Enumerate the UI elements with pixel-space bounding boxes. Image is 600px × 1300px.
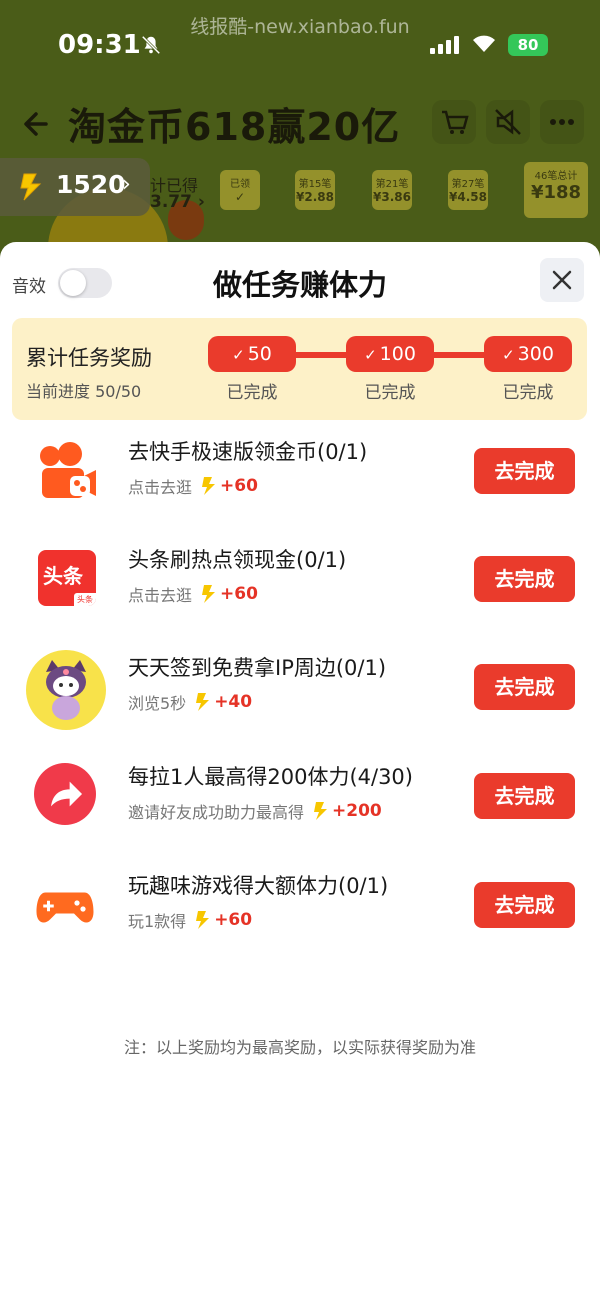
battery-level: 80 <box>517 36 539 54</box>
task-sheet: 音效 做任务赚体力 累计任务奖励 当前进度 50/50 ✓ 50 已完成 ✓ 100… <box>0 242 600 1300</box>
chevron-right-icon: › <box>122 172 131 197</box>
page-title: 淘金币618赢20亿 <box>68 105 401 149</box>
energy-bolt-icon <box>314 802 328 820</box>
milestone-status: 已完成 <box>364 383 416 403</box>
reward-amount: +60 <box>214 910 253 930</box>
task-subtitle: 邀请好友成功助力最高得 +200 <box>128 801 382 822</box>
share-arrow-icon <box>34 763 96 825</box>
milestone-badge: ✓ 300 <box>484 336 572 372</box>
energy-bolt-icon <box>196 693 210 711</box>
milestone-badge: ✓ 100 <box>346 336 434 372</box>
energy-bolt-icon <box>202 585 216 603</box>
complete-task-button[interactable]: 去完成 <box>474 664 575 710</box>
back-arrow-icon[interactable] <box>18 102 58 146</box>
reward-note: 注：以上奖励均为最高奖励，以实际获得奖励为准 <box>123 1038 476 1057</box>
coin-balance: 1520 <box>56 170 126 199</box>
complete-task-button[interactable]: 去完成 <box>474 882 575 928</box>
reward-amount: +40 <box>214 692 253 712</box>
milestone-status: 已完成 <box>226 383 278 403</box>
task-subtitle: 浏览5秒 +40 <box>128 692 253 713</box>
progress-current: 当前进度 50/50 <box>26 382 142 401</box>
reward-amount: +60 <box>220 476 258 496</box>
header: 淘金币618赢20亿 <box>0 96 600 154</box>
task-title: 玩趣味游戏得大额体力(0/1) <box>128 874 389 898</box>
task-item: 头条 头条 头条刷热点领现金(0/1) 点击去逛 +60 去完成 <box>0 530 600 630</box>
task-title: 每拉1人最高得200体力(4/30) <box>128 765 413 789</box>
check-icon: ✓ <box>502 346 515 364</box>
toutiao-icon: 头条 头条 <box>38 550 96 606</box>
kuaishou-icon <box>40 442 96 498</box>
cellular-signal-icon <box>430 34 459 54</box>
more-button[interactable] <box>540 100 584 144</box>
reward-step: 第15笔 ¥2.88 <box>295 170 335 210</box>
energy-bolt-icon <box>196 911 210 929</box>
check-icon: ✓ <box>364 346 377 364</box>
reward-amount: +200 <box>332 801 382 821</box>
accumulated-value: 3.77 › <box>150 192 205 212</box>
background-page: 线报酷-new.xianbao.fun 09:31 80 淘金币618赢20亿 … <box>0 0 600 260</box>
kuromi-plush-icon <box>26 650 106 730</box>
check-icon: ✓ <box>232 346 245 364</box>
task-title: 去快手极速版领金币(0/1) <box>128 440 368 464</box>
complete-task-button[interactable]: 去完成 <box>474 556 575 602</box>
reward-step-total: 46笔总计 ¥188 <box>524 162 588 218</box>
task-item: 每拉1人最高得200体力(4/30) 邀请好友成功助力最高得 +200 去完成 <box>0 747 600 847</box>
cart-button[interactable] <box>432 100 476 144</box>
battery-indicator: 80 <box>508 34 548 56</box>
complete-task-button[interactable]: 去完成 <box>474 773 575 819</box>
reward-step: 已领 ✓ <box>220 170 260 210</box>
task-item: 去快手极速版领金币(0/1) 点击去逛 +60 去完成 <box>0 422 600 522</box>
close-icon <box>552 270 572 290</box>
status-time: 09:31 <box>58 30 141 60</box>
milestone-badge: ✓ 50 <box>208 336 296 372</box>
reward-amount: +60 <box>220 584 258 604</box>
task-subtitle: 点击去逛 +60 <box>128 476 258 497</box>
reward-step: 第21笔 ¥3.86 <box>372 170 412 210</box>
task-subtitle: 点击去逛 +60 <box>128 584 258 605</box>
close-button[interactable] <box>540 258 584 302</box>
reward-step: 第27笔 ¥4.58 <box>448 170 488 210</box>
energy-bolt-icon <box>20 173 42 201</box>
more-dots-icon <box>550 119 574 125</box>
cart-icon <box>442 110 469 134</box>
mute-button[interactable] <box>486 100 530 144</box>
wifi-icon <box>473 35 495 52</box>
task-subtitle: 玩1款得 +60 <box>128 910 253 931</box>
task-item: 天天签到免费拿IP周边(0/1) 浏览5秒 +40 去完成 <box>0 638 600 738</box>
task-title: 头条刷热点领现金(0/1) <box>128 548 347 572</box>
gamepad-icon <box>36 892 94 923</box>
progress-title: 累计任务奖励 <box>26 346 152 370</box>
sheet-title: 做任务赚体力 <box>212 268 387 302</box>
energy-bolt-icon <box>202 477 216 495</box>
coin-balance-pill[interactable]: 1520 › <box>0 158 150 216</box>
complete-task-button[interactable]: 去完成 <box>474 448 575 494</box>
muted-bell-icon <box>141 35 161 55</box>
task-title: 天天签到免费拿IP周边(0/1) <box>128 656 387 680</box>
task-progress-card: 累计任务奖励 当前进度 50/50 ✓ 50 已完成 ✓ 100 已完成 ✓ 300 … <box>12 318 587 420</box>
status-bar: 09:31 80 <box>0 28 600 64</box>
milestone-status: 已完成 <box>502 383 554 403</box>
sound-off-icon <box>495 109 521 135</box>
task-item: 玩趣味游戏得大额体力(0/1) 玩1款得 +60 去完成 <box>0 856 600 956</box>
